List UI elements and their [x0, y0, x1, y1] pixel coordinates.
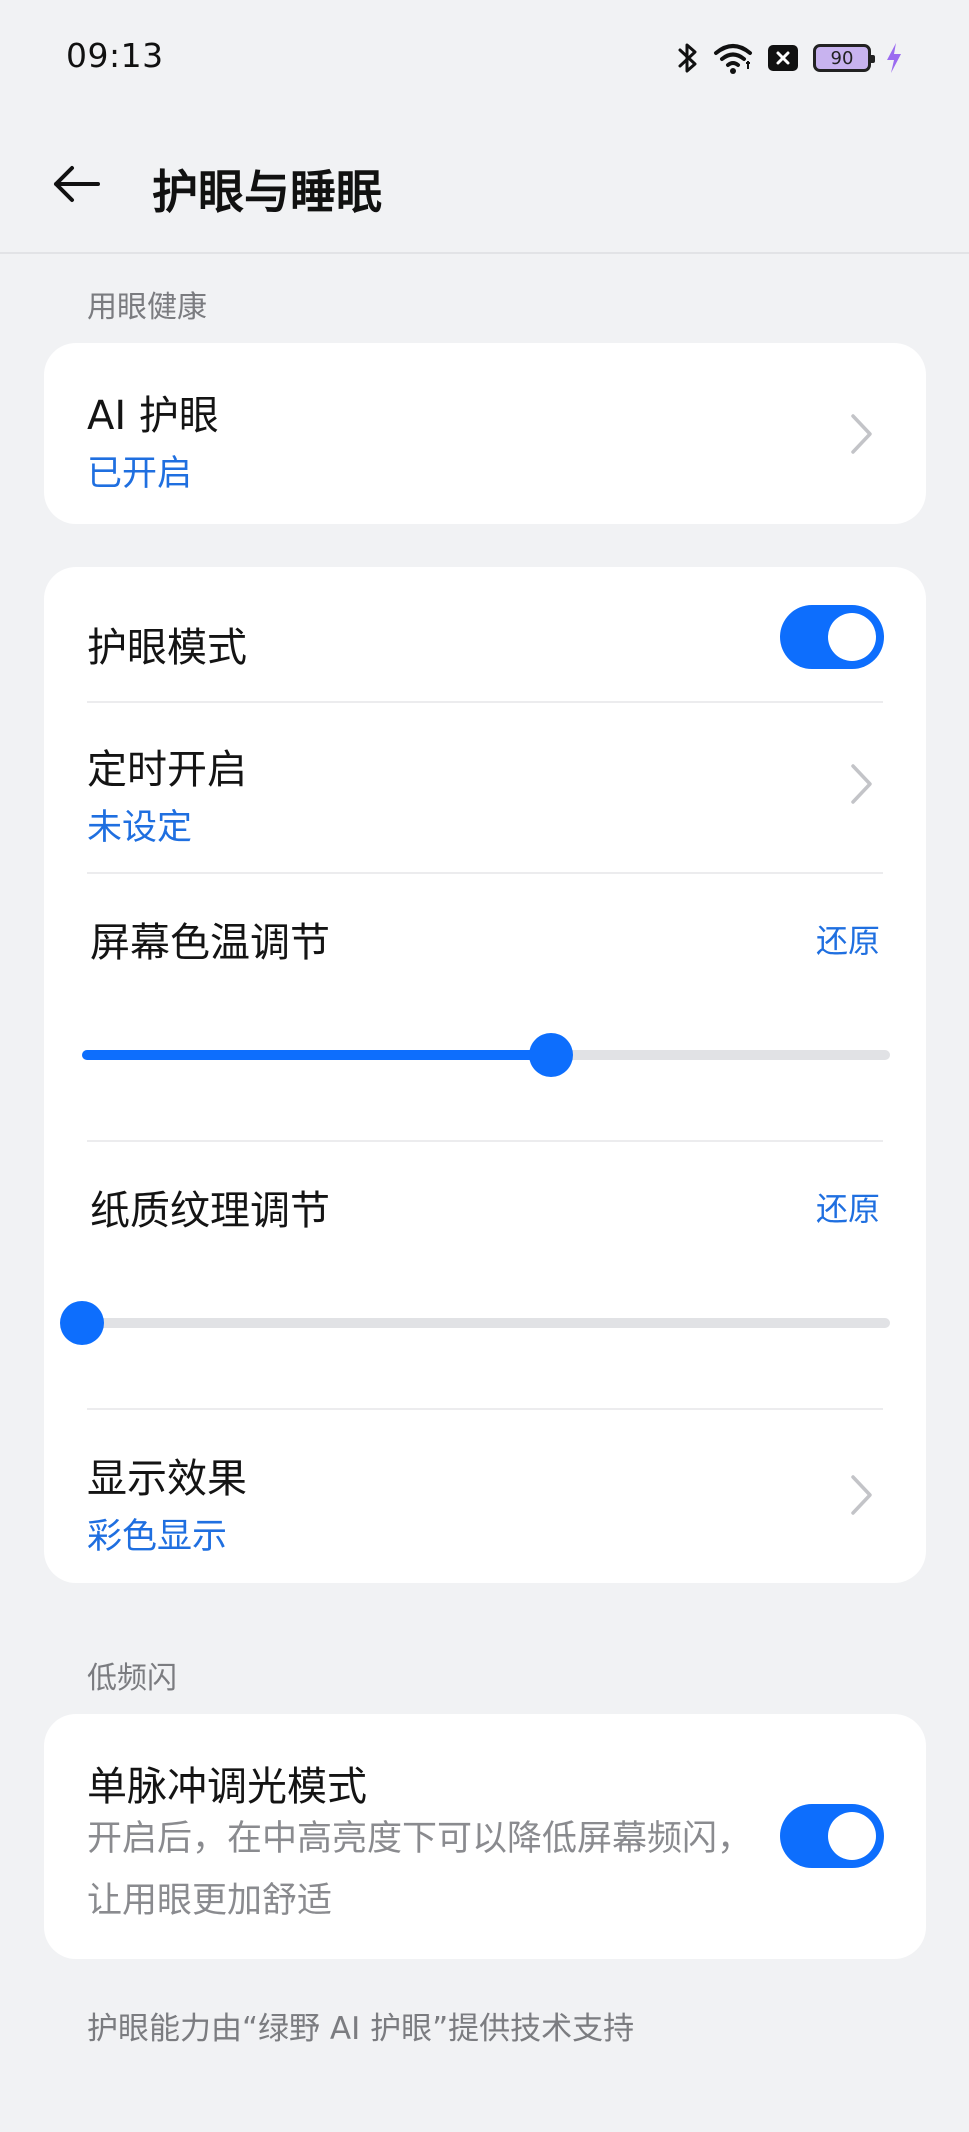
charging-icon	[885, 42, 903, 74]
section-label-low-flicker: 低频闪	[87, 1661, 177, 1696]
arrow-left-icon	[54, 166, 100, 202]
chevron-right-icon	[851, 414, 872, 454]
schedule-title: 定时开启	[87, 747, 247, 793]
color-temp-row: 屏幕色温调节 还原	[44, 874, 926, 1140]
ai-eye-care-card[interactable]: AI 护眼 已开启	[44, 343, 926, 524]
toggle-knob	[828, 1812, 876, 1860]
color-temp-title: 屏幕色温调节	[90, 920, 330, 966]
paper-texture-row: 纸质纹理调节 还原	[44, 1142, 926, 1408]
eye-mode-title: 护眼模式	[87, 625, 247, 671]
paper-texture-slider[interactable]	[60, 1301, 890, 1345]
chevron-right-icon	[851, 764, 872, 804]
footer-note: 护眼能力由“绿野 AI 护眼”提供技术支持	[87, 2011, 635, 2047]
status-icons: 90	[677, 40, 903, 76]
wifi-icon	[713, 41, 753, 75]
bluetooth-icon	[677, 41, 699, 75]
chevron-right-icon	[851, 1475, 872, 1515]
dc-dimming-toggle[interactable]	[780, 1804, 884, 1868]
paper-texture-restore-button[interactable]: 还原	[816, 1184, 880, 1230]
page-title: 护眼与睡眠	[152, 165, 382, 219]
schedule-row[interactable]: 定时开启 未设定	[44, 703, 926, 872]
display-effect-status: 彩色显示	[87, 1517, 228, 1557]
toggle-knob	[828, 613, 876, 661]
eye-care-settings-card: 护眼模式 定时开启 未设定 屏幕色温调节 还原 纸质纹理调节 还原 显示效果 彩…	[44, 567, 926, 1583]
status-bar: 09:13 90	[0, 0, 969, 118]
schedule-status: 未设定	[87, 808, 193, 848]
paper-texture-title: 纸质纹理调节	[90, 1188, 330, 1234]
dc-dimming-title: 单脉冲调光模式	[87, 1764, 367, 1810]
slider-thumb[interactable]	[528, 1033, 573, 1077]
dc-dimming-description: 开启后，在中高亮度下可以降低屏幕频闪，让用眼更加舒适	[87, 1819, 753, 1921]
ai-eye-care-title: AI 护眼	[87, 393, 219, 439]
color-temp-slider[interactable]	[82, 1033, 890, 1077]
page-header: 护眼与睡眠	[0, 118, 969, 254]
ai-eye-care-status: 已开启	[87, 454, 193, 494]
sim-off-icon	[767, 44, 799, 72]
display-effect-title: 显示效果	[87, 1456, 247, 1502]
status-time: 09:13	[66, 36, 164, 75]
battery-icon: 90	[813, 44, 875, 72]
eye-mode-toggle[interactable]	[780, 605, 884, 669]
display-effect-row[interactable]: 显示效果 彩色显示	[44, 1410, 926, 1583]
slider-fill	[82, 1050, 551, 1060]
slider-thumb[interactable]	[60, 1301, 104, 1345]
section-label-eye-health: 用眼健康	[87, 290, 207, 325]
eye-mode-row: 护眼模式	[44, 567, 926, 701]
dc-dimming-card: 单脉冲调光模式 开启后，在中高亮度下可以降低屏幕频闪，让用眼更加舒适	[44, 1714, 926, 1959]
color-temp-restore-button[interactable]: 还原	[816, 916, 880, 962]
back-button[interactable]	[46, 154, 106, 214]
